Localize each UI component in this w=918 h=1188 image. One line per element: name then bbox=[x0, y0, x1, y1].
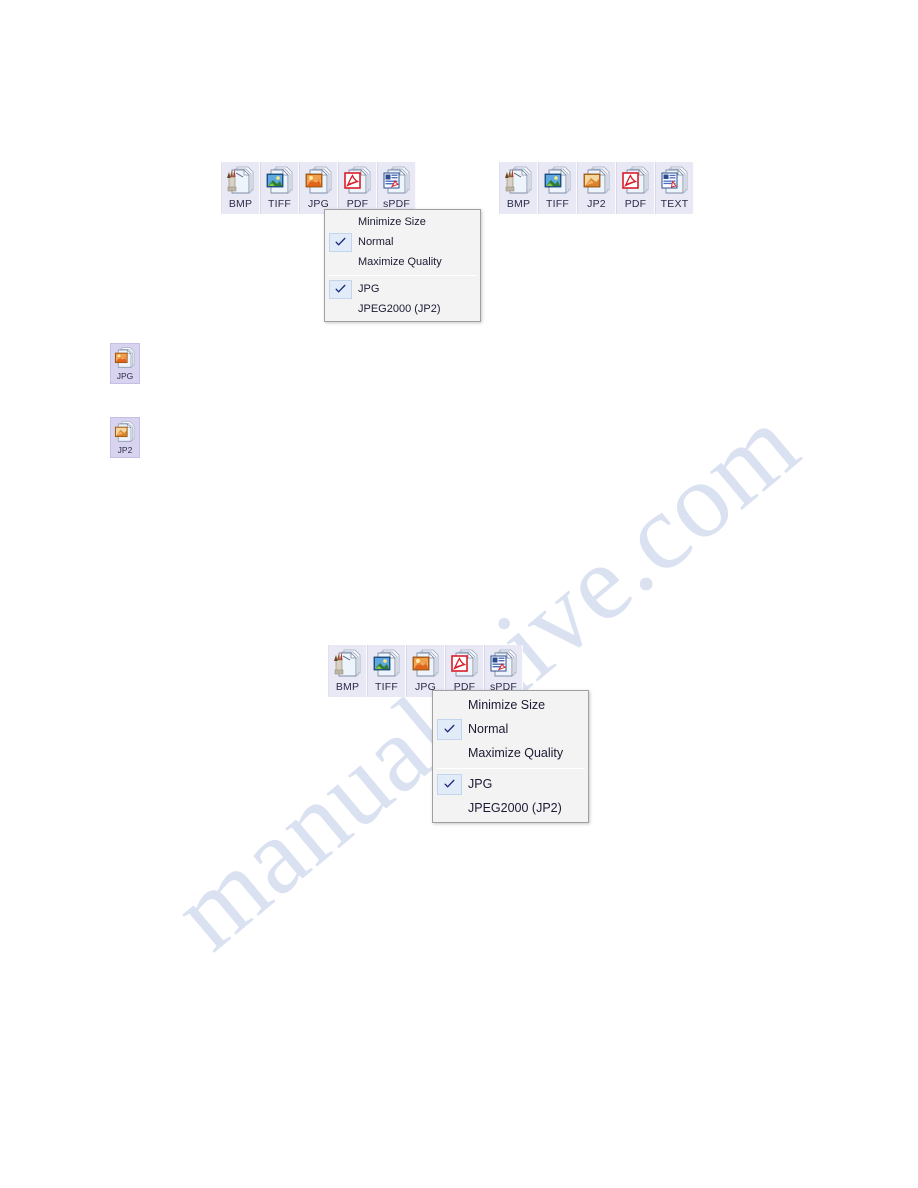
bmp-format-icon bbox=[503, 165, 535, 195]
pdf-format-icon bbox=[620, 165, 652, 195]
page-watermark: manualshive.com bbox=[0, 0, 918, 1188]
check-icon bbox=[437, 718, 462, 740]
format-button-label: BMP bbox=[506, 198, 531, 210]
tiff-format-icon bbox=[542, 165, 574, 195]
menu-item-label: Maximize Quality bbox=[358, 256, 442, 268]
menu-separator bbox=[328, 275, 477, 276]
menu-item-normal[interactable]: Normal bbox=[433, 717, 588, 741]
check-icon-empty bbox=[437, 798, 462, 819]
menu-item-label: Normal bbox=[468, 722, 509, 736]
spdf-format-icon bbox=[381, 165, 413, 195]
format-button-label: BMP bbox=[228, 198, 253, 210]
menu-item-label: Minimize Size bbox=[468, 698, 546, 712]
tiff-format-icon bbox=[371, 648, 403, 678]
menu-item-normal[interactable]: Normal bbox=[325, 232, 480, 252]
jp2-format-icon bbox=[581, 165, 613, 195]
menu-item-label: JPG bbox=[358, 283, 380, 295]
menu-item-label: JPEG2000 (JP2) bbox=[358, 303, 441, 315]
menu-item-maximize-quality[interactable]: Maximize Quality bbox=[325, 252, 480, 272]
menu-item-jpeg2000-jp2[interactable]: JPEG2000 (JP2) bbox=[325, 299, 480, 319]
standalone-icon-label: JP2 bbox=[117, 445, 133, 455]
spdf-format-icon bbox=[488, 648, 520, 678]
menu-item-label: JPG bbox=[468, 777, 493, 791]
menu-item-label: JPEG2000 (JP2) bbox=[468, 801, 562, 815]
jpg-options-context-menu-top[interactable]: Minimize Size Normal Maximize Quality JPG JP… bbox=[324, 209, 481, 322]
format-button-jpg[interactable]: JPG bbox=[299, 162, 338, 214]
menu-item-jpeg2000-jp2[interactable]: JPEG2000 (JP2) bbox=[433, 796, 588, 820]
bmp-format-icon bbox=[332, 648, 364, 678]
format-toolbar-top-left[interactable]: BMP TIFF JPG PDF sPDF bbox=[221, 162, 416, 214]
jp2-format-icon bbox=[113, 420, 137, 443]
menu-item-label: Normal bbox=[358, 236, 394, 248]
menu-separator bbox=[436, 768, 585, 769]
check-icon bbox=[329, 232, 352, 252]
jpg-options-context-menu-bottom[interactable]: Minimize Size Normal Maximize Quality JPG JP… bbox=[432, 690, 589, 823]
jpg-format-icon bbox=[303, 165, 335, 195]
format-button-label: TIFF bbox=[268, 198, 291, 210]
menu-item-label: Minimize Size bbox=[358, 216, 426, 228]
text-format-icon bbox=[659, 165, 691, 195]
check-icon-empty bbox=[437, 743, 462, 764]
menu-item-jpg[interactable]: JPG bbox=[325, 279, 480, 299]
format-button-tiff[interactable]: TIFF bbox=[367, 645, 406, 697]
check-icon-empty bbox=[329, 300, 352, 319]
jpg-format-icon bbox=[410, 648, 442, 678]
menu-item-jpg[interactable]: JPG bbox=[433, 772, 588, 796]
format-button-label: BMP bbox=[335, 681, 360, 693]
format-button-pdf[interactable]: PDF bbox=[338, 162, 377, 214]
standalone-format-icon-jpg[interactable]: JPG bbox=[110, 343, 140, 384]
format-toolbar-top-right[interactable]: BMP TIFF JP2 PDF TEXT bbox=[499, 162, 694, 214]
format-button-pdf[interactable]: PDF bbox=[616, 162, 655, 214]
format-button-bmp[interactable]: BMP bbox=[328, 645, 367, 697]
standalone-format-icon-jp2[interactable]: JP2 bbox=[110, 417, 140, 458]
menu-item-minimize-size[interactable]: Minimize Size bbox=[325, 212, 480, 232]
bmp-format-icon bbox=[225, 165, 257, 195]
pdf-format-icon bbox=[342, 165, 374, 195]
check-icon-empty bbox=[329, 213, 352, 232]
menu-item-minimize-size[interactable]: Minimize Size bbox=[433, 693, 588, 717]
check-icon bbox=[437, 773, 462, 795]
jpg-format-icon bbox=[113, 346, 137, 369]
check-icon-empty bbox=[437, 695, 462, 716]
format-button-spdf[interactable]: sPDF bbox=[377, 162, 416, 214]
standalone-icon-label: JPG bbox=[116, 371, 134, 381]
tiff-format-icon bbox=[264, 165, 296, 195]
format-button-bmp[interactable]: BMP bbox=[499, 162, 538, 214]
format-button-bmp[interactable]: BMP bbox=[221, 162, 260, 214]
check-icon-empty bbox=[329, 253, 352, 272]
check-icon bbox=[329, 279, 352, 299]
format-button-label: TIFF bbox=[375, 681, 398, 693]
format-button-tiff[interactable]: TIFF bbox=[538, 162, 577, 214]
format-button-tiff[interactable]: TIFF bbox=[260, 162, 299, 214]
format-button-text[interactable]: TEXT bbox=[655, 162, 694, 214]
format-button-label: TIFF bbox=[546, 198, 569, 210]
menu-item-maximize-quality[interactable]: Maximize Quality bbox=[433, 741, 588, 765]
menu-item-label: Maximize Quality bbox=[468, 746, 564, 760]
format-button-label: PDF bbox=[624, 198, 647, 210]
format-button-jp2[interactable]: JP2 bbox=[577, 162, 616, 214]
pdf-format-icon bbox=[449, 648, 481, 678]
format-button-label: TEXT bbox=[660, 198, 689, 210]
format-button-label: JP2 bbox=[587, 198, 606, 210]
